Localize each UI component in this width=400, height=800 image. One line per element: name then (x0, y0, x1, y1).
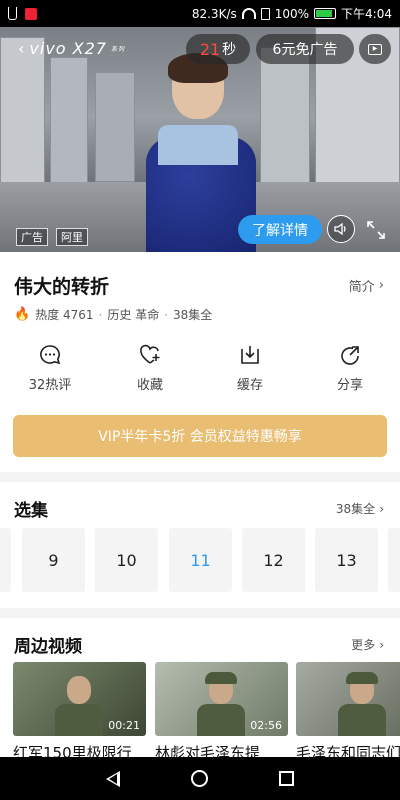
background-building (50, 57, 88, 187)
episodes-more-link[interactable]: 38集全 › (336, 500, 384, 517)
episode-list: 9 10 11 12 13 (0, 528, 400, 592)
intro-link[interactable]: 简介 › (349, 276, 384, 295)
nav-back-icon[interactable] (105, 770, 120, 787)
chevron-right-icon: › (379, 637, 384, 652)
separator-dot: · (164, 307, 169, 322)
separator-dot: · (98, 307, 103, 322)
video-thumbnail: 00:21 (13, 662, 146, 736)
episode-item[interactable] (388, 528, 400, 592)
comments-button[interactable]: 32热评 (10, 344, 90, 393)
episodes-more-label: 38集全 (335, 502, 376, 516)
status-bar: 82.3K/s 100% 下午4:04 (0, 0, 400, 27)
video-thumbnail: 02:56 (155, 662, 288, 736)
related-video-list: 00:21 红军150里极限行 02:56 林彪对毛泽东提 01 毛泽东和同志们 (0, 662, 400, 757)
comment-icon (40, 345, 61, 365)
ad-brand-sub: 系列 (110, 46, 125, 53)
video-duration: 02:56 (250, 719, 282, 732)
countdown-number: 21 (199, 39, 221, 59)
skip-ad-button[interactable]: 6元免广告 (256, 34, 354, 64)
ad-label-badge: 广告 (16, 228, 48, 246)
sound-toggle-button[interactable] (327, 215, 355, 243)
section-divider (0, 608, 400, 618)
episode-total: 38集全 (173, 308, 213, 322)
speaker-icon (334, 222, 346, 236)
favorite-add-icon (140, 344, 160, 364)
download-icon (241, 346, 259, 364)
show-title-row: 伟大的转折 简介 › (14, 272, 384, 299)
show-meta: 🔥 热度 4761 · 历史 革命 · 38集全 (14, 306, 212, 323)
usb-icon (8, 7, 17, 20)
back-chevron-icon[interactable]: ‹ (18, 39, 25, 58)
vivo-logo[interactable]: ‹ vivo X27 系列 (18, 39, 125, 58)
share-label: 分享 (336, 378, 363, 393)
episode-item[interactable]: 9 (22, 528, 85, 592)
wifi-icon (241, 8, 256, 19)
episode-item[interactable]: 12 (242, 528, 305, 592)
background-building (0, 37, 45, 187)
countdown-unit: 秒 (222, 42, 237, 58)
related-video-card[interactable]: 02:56 林彪对毛泽东提 (155, 662, 288, 757)
episode-item-active[interactable]: 11 (169, 528, 232, 592)
comments-label: 32热评 (28, 378, 72, 393)
chevron-right-icon: › (379, 501, 384, 516)
related-more-link[interactable]: 更多 › (351, 636, 384, 653)
vip-promo-banner[interactable]: VIP半年卡5折 会员权益特惠畅享 (13, 415, 387, 457)
download-label: 缓存 (236, 378, 263, 393)
heat-count: 热度 4761 (35, 308, 94, 322)
intro-label: 简介 (348, 280, 375, 295)
fullscreen-icon (367, 221, 385, 239)
sim-icon (260, 7, 270, 20)
fire-icon: 🔥 (14, 307, 31, 322)
favorite-button[interactable]: 收藏 (110, 344, 190, 393)
clock: 下午4:04 (341, 7, 392, 21)
episode-item[interactable] (0, 528, 11, 592)
app-notification-icon (25, 7, 37, 20)
ad-model-figure (146, 53, 256, 252)
video-title: 毛泽东和同志们 (296, 744, 400, 757)
battery-icon (314, 8, 337, 19)
chevron-right-icon: › (378, 278, 384, 293)
learn-more-button[interactable]: 了解详情 (238, 215, 322, 244)
fullscreen-button[interactable] (364, 218, 388, 242)
network-speed: 82.3K/s (191, 6, 237, 21)
battery-percent: 100% (274, 6, 310, 21)
section-divider (0, 472, 400, 482)
related-video-card[interactable]: 00:21 红军150里极限行 (13, 662, 146, 757)
share-button[interactable]: 分享 (310, 344, 390, 393)
episode-item[interactable]: 10 (95, 528, 158, 592)
episode-item[interactable]: 13 (315, 528, 378, 592)
related-video-card[interactable]: 01 毛泽东和同志们 (296, 662, 400, 757)
tv-cast-button[interactable]: ▶ (359, 34, 391, 64)
favorite-label: 收藏 (136, 378, 163, 393)
download-button[interactable]: 缓存 (210, 344, 290, 393)
ad-source-badge: 阿里 (56, 228, 88, 246)
related-more-label: 更多 (351, 638, 376, 652)
video-thumbnail: 01 (296, 662, 400, 736)
related-header: 周边视频 更多 › (14, 632, 384, 657)
video-title: 林彪对毛泽东提 (155, 744, 261, 757)
episodes-header: 选集 38集全 › (14, 496, 384, 521)
video-player[interactable]: ‹ vivo X27 系列 21 秒 6元免广告 ▶ 广告 阿里 了解详情 (0, 27, 400, 252)
nav-home-icon[interactable] (190, 770, 208, 787)
show-title: 伟大的转折 (14, 276, 110, 298)
share-icon (341, 346, 359, 365)
background-building (260, 47, 310, 187)
ad-countdown: 21 秒 (186, 34, 250, 64)
background-building (95, 72, 135, 182)
action-bar: 32热评 收藏 缓存 分享 (0, 344, 400, 400)
related-title: 周边视频 (14, 637, 82, 657)
video-duration: 00:21 (108, 719, 140, 732)
nav-recents-icon[interactable] (279, 771, 295, 786)
system-nav-bar (0, 757, 400, 800)
video-title: 红军150里极限行 (13, 744, 132, 757)
tv-icon: ▶ (368, 43, 382, 55)
episodes-title: 选集 (14, 501, 48, 521)
ad-brand-name: vivo X27 (29, 39, 107, 58)
genre-tags: 历史 革命 (107, 308, 160, 322)
